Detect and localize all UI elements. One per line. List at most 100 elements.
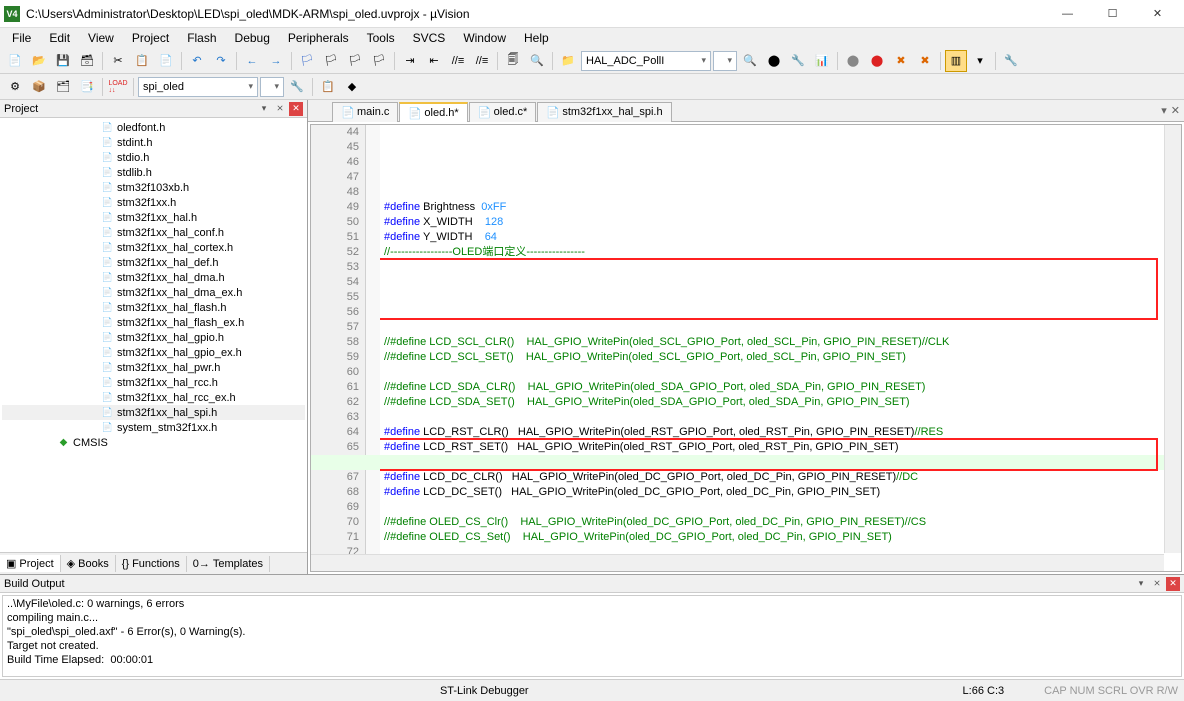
tree-file[interactable]: 📄stm32f1xx_hal_pwr.h: [2, 360, 305, 375]
menu-debug[interactable]: Debug: [227, 29, 278, 47]
build-menu-icon[interactable]: ▾: [1134, 577, 1148, 591]
options-icon[interactable]: 🔧: [787, 50, 809, 72]
config-combo[interactable]: HAL_ADC_PollI: [581, 51, 711, 71]
menu-file[interactable]: File: [4, 29, 39, 47]
vertical-scrollbar[interactable]: [1164, 125, 1181, 553]
bookmark-prev-icon[interactable]: 🏳: [320, 50, 342, 72]
tree-file[interactable]: 📄stm32f1xx_hal_dma.h: [2, 270, 305, 285]
menu-peripherals[interactable]: Peripherals: [280, 29, 357, 47]
maximize-button[interactable]: ☐: [1090, 0, 1135, 28]
save-icon[interactable]: 💾: [52, 50, 74, 72]
tree-file[interactable]: 📄stm32f1xx.h: [2, 195, 305, 210]
editor-tab[interactable]: 📄oled.h*: [399, 102, 467, 122]
fold-margin[interactable]: [366, 125, 380, 571]
translate-icon[interactable]: ⚙: [4, 76, 26, 98]
paste-icon[interactable]: 📄: [155, 50, 177, 72]
close-button[interactable]: ✕: [1135, 0, 1180, 28]
project-tab-functions[interactable]: {}Functions: [116, 556, 187, 572]
tree-file[interactable]: 📄stm32f1xx_hal_gpio.h: [2, 330, 305, 345]
m1-icon[interactable]: ✖: [890, 50, 912, 72]
run-icon[interactable]: ⬤: [842, 50, 864, 72]
project-tab-books[interactable]: ◈Books: [61, 555, 116, 572]
load-icon[interactable]: LOAD↓↓: [107, 76, 129, 98]
editor-tab[interactable]: 📄main.c: [332, 102, 398, 122]
stop-icon[interactable]: ⬤: [866, 50, 888, 72]
tree-file[interactable]: 📄stdint.h: [2, 135, 305, 150]
tab-close-icon[interactable]: ✕: [1171, 104, 1180, 117]
rebuild-icon[interactable]: 🗂: [52, 76, 74, 98]
cut-icon[interactable]: ✂: [107, 50, 129, 72]
comment-icon[interactable]: //≡: [447, 50, 469, 72]
config-combo2[interactable]: [713, 51, 737, 71]
indent-icon[interactable]: ⇥: [399, 50, 421, 72]
new-file-icon[interactable]: 📄: [4, 50, 26, 72]
project-tab-templates[interactable]: 0→Templates: [187, 556, 270, 572]
nav-fwd-icon[interactable]: →: [265, 50, 287, 72]
find-files-icon[interactable]: 🗐: [502, 50, 524, 72]
build-close-icon[interactable]: ✕: [1166, 577, 1180, 591]
outdent-icon[interactable]: ⇤: [423, 50, 445, 72]
menu-edit[interactable]: Edit: [41, 29, 78, 47]
undo-icon[interactable]: ↶: [186, 50, 208, 72]
build-output-text[interactable]: ..\MyFile\oled.c: 0 warnings, 6 errorsco…: [2, 595, 1182, 677]
target-combo2[interactable]: [260, 77, 284, 97]
panel-pin-icon[interactable]: ⨯: [273, 102, 287, 116]
menu-flash[interactable]: Flash: [179, 29, 224, 47]
editor-tab[interactable]: 📄oled.c*: [469, 102, 537, 122]
project-tree[interactable]: 📄oledfont.h📄stdint.h📄stdio.h📄stdlib.h📄st…: [0, 118, 307, 552]
tree-file[interactable]: 📄system_stm32f1xx.h: [2, 420, 305, 435]
tree-file[interactable]: 📄stm32f1xx_hal_cortex.h: [2, 240, 305, 255]
tree-group[interactable]: ◆CMSIS: [2, 435, 305, 450]
menu-project[interactable]: Project: [124, 29, 177, 47]
tree-file[interactable]: 📄stm32f1xx_hal_def.h: [2, 255, 305, 270]
manage-icon[interactable]: 📋: [317, 76, 339, 98]
window-split-icon[interactable]: ▥: [945, 50, 967, 72]
debug-icon[interactable]: 🔍: [739, 50, 761, 72]
tree-file[interactable]: 📄oledfont.h: [2, 120, 305, 135]
zoom-icon[interactable]: ▾: [969, 50, 991, 72]
bookmark-clear-icon[interactable]: 🏳: [368, 50, 390, 72]
project-tab-project[interactable]: ▣Project: [0, 555, 61, 572]
bookmark-next-icon[interactable]: 🏳: [344, 50, 366, 72]
folder-icon[interactable]: 📁: [557, 50, 579, 72]
save-all-icon[interactable]: 🗃: [76, 50, 98, 72]
menu-svcs[interactable]: SVCS: [405, 29, 454, 47]
panel-close-icon[interactable]: ✕: [289, 102, 303, 116]
menu-help[interactable]: Help: [516, 29, 557, 47]
menu-window[interactable]: Window: [455, 29, 514, 47]
tab-menu-icon[interactable]: ▾: [1161, 104, 1167, 117]
batch-icon[interactable]: 📑: [76, 76, 98, 98]
horizontal-scrollbar[interactable]: [311, 554, 1164, 571]
build-pin-icon[interactable]: ⨯: [1150, 577, 1164, 591]
tree-file[interactable]: 📄stm32f1xx_hal_dma_ex.h: [2, 285, 305, 300]
uncomment-icon[interactable]: //≡: [471, 50, 493, 72]
minimize-button[interactable]: —: [1045, 0, 1090, 28]
m2-icon[interactable]: ✖: [914, 50, 936, 72]
tree-file[interactable]: 📄stm32f1xx_hal_gpio_ex.h: [2, 345, 305, 360]
breakpoint-icon[interactable]: ⬤: [763, 50, 785, 72]
target-combo[interactable]: spi_oled: [138, 77, 258, 97]
menu-tools[interactable]: Tools: [359, 29, 403, 47]
menu-view[interactable]: View: [80, 29, 122, 47]
editor-tab[interactable]: 📄stm32f1xx_hal_spi.h: [537, 102, 671, 122]
nav-back-icon[interactable]: ←: [241, 50, 263, 72]
flash-icon[interactable]: ◆: [341, 76, 363, 98]
tree-file[interactable]: 📄stm32f1xx_hal_spi.h: [2, 405, 305, 420]
tree-file[interactable]: 📄stm32f1xx_hal_flash_ex.h: [2, 315, 305, 330]
tree-file[interactable]: 📄stm32f1xx_hal_rcc_ex.h: [2, 390, 305, 405]
open-icon[interactable]: 📂: [28, 50, 50, 72]
tree-file[interactable]: 📄stm32f103xb.h: [2, 180, 305, 195]
redo-icon[interactable]: ↷: [210, 50, 232, 72]
code-editor[interactable]: 4445464748495051525354555657585960616263…: [310, 124, 1182, 572]
code-body[interactable]: #define Brightness 0xFF#define X_WIDTH 1…: [380, 125, 1181, 571]
tree-file[interactable]: 📄stm32f1xx_hal.h: [2, 210, 305, 225]
tree-file[interactable]: 📄stm32f1xx_hal_conf.h: [2, 225, 305, 240]
analyze-icon[interactable]: 📊: [811, 50, 833, 72]
copy-icon[interactable]: 📋: [131, 50, 153, 72]
bookmark-icon[interactable]: 🏳: [296, 50, 318, 72]
tree-file[interactable]: 📄stm32f1xx_hal_flash.h: [2, 300, 305, 315]
tree-file[interactable]: 📄stdio.h: [2, 150, 305, 165]
panel-menu-icon[interactable]: ▾: [257, 102, 271, 116]
wrench-icon[interactable]: 🔧: [1000, 50, 1022, 72]
find-icon[interactable]: 🔍: [526, 50, 548, 72]
